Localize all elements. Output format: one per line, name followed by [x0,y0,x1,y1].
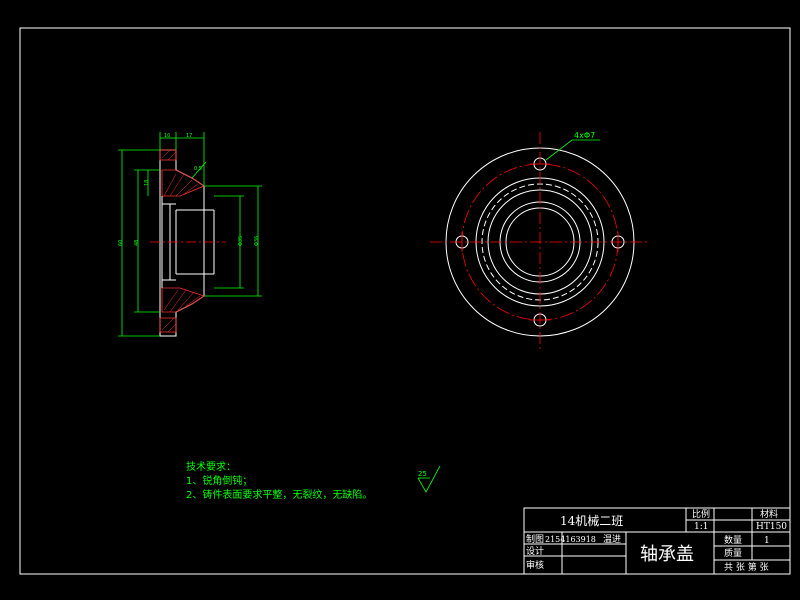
drafter: 温进 [603,534,621,545]
hole-callout: 4xΦ7 [574,131,595,140]
section-view: 10 17 0.5 18 60 48 Φ35 Φ36 [118,132,262,337]
roughness-value: 25 [418,470,427,478]
tech-title: 技术要求： [186,460,236,473]
review-label: 审核 [526,559,544,571]
dim-top-1: 10 [164,133,170,139]
sheet-frame [19,27,791,575]
dim-top-2: 17 [186,133,192,139]
part-name: 轴承盖 [640,544,694,565]
material-value: HT150 [756,522,787,532]
tech-item-1: 1、锐角倒钝； [186,474,252,487]
weight-label: 质量 [724,547,742,559]
qty-value: 1 [764,536,770,546]
sheet-info: 共 张 第 张 [724,561,769,573]
tech-requirements: 技术要求： 1、锐角倒钝； 2、铸件表面要求平整，无裂纹，无缺陷。 [186,460,372,501]
tech-item-2: 2、铸件表面要求平整，无裂纹，无缺陷。 [186,488,372,501]
draw-label: 制图 [526,533,544,545]
design-label: 设计 [526,545,544,557]
roughness-symbol: 25 [417,465,441,493]
material-label: 材料 [760,508,778,520]
front-view: 4xΦ7 [430,131,650,352]
qty-label: 数量 [724,534,742,546]
student-id: 2154163918 [545,535,596,544]
dim-right-outer: Φ36 [254,236,260,246]
dim-left-small: 18 [144,180,150,186]
cad-drawing: 10 17 0.5 18 60 48 Φ35 Φ36 4xΦ7 技术要求： 1、… [19,27,791,575]
dim-left-inner: 48 [134,240,140,246]
dim-left-outer: 60 [118,240,124,246]
class-name: 14机械二班 [560,513,623,528]
dim-right-bore: Φ35 [238,236,244,246]
scale-label: 比例 [692,508,710,520]
dim-chamfer: 0.5 [194,166,202,172]
scale-value: 1:1 [694,522,708,532]
